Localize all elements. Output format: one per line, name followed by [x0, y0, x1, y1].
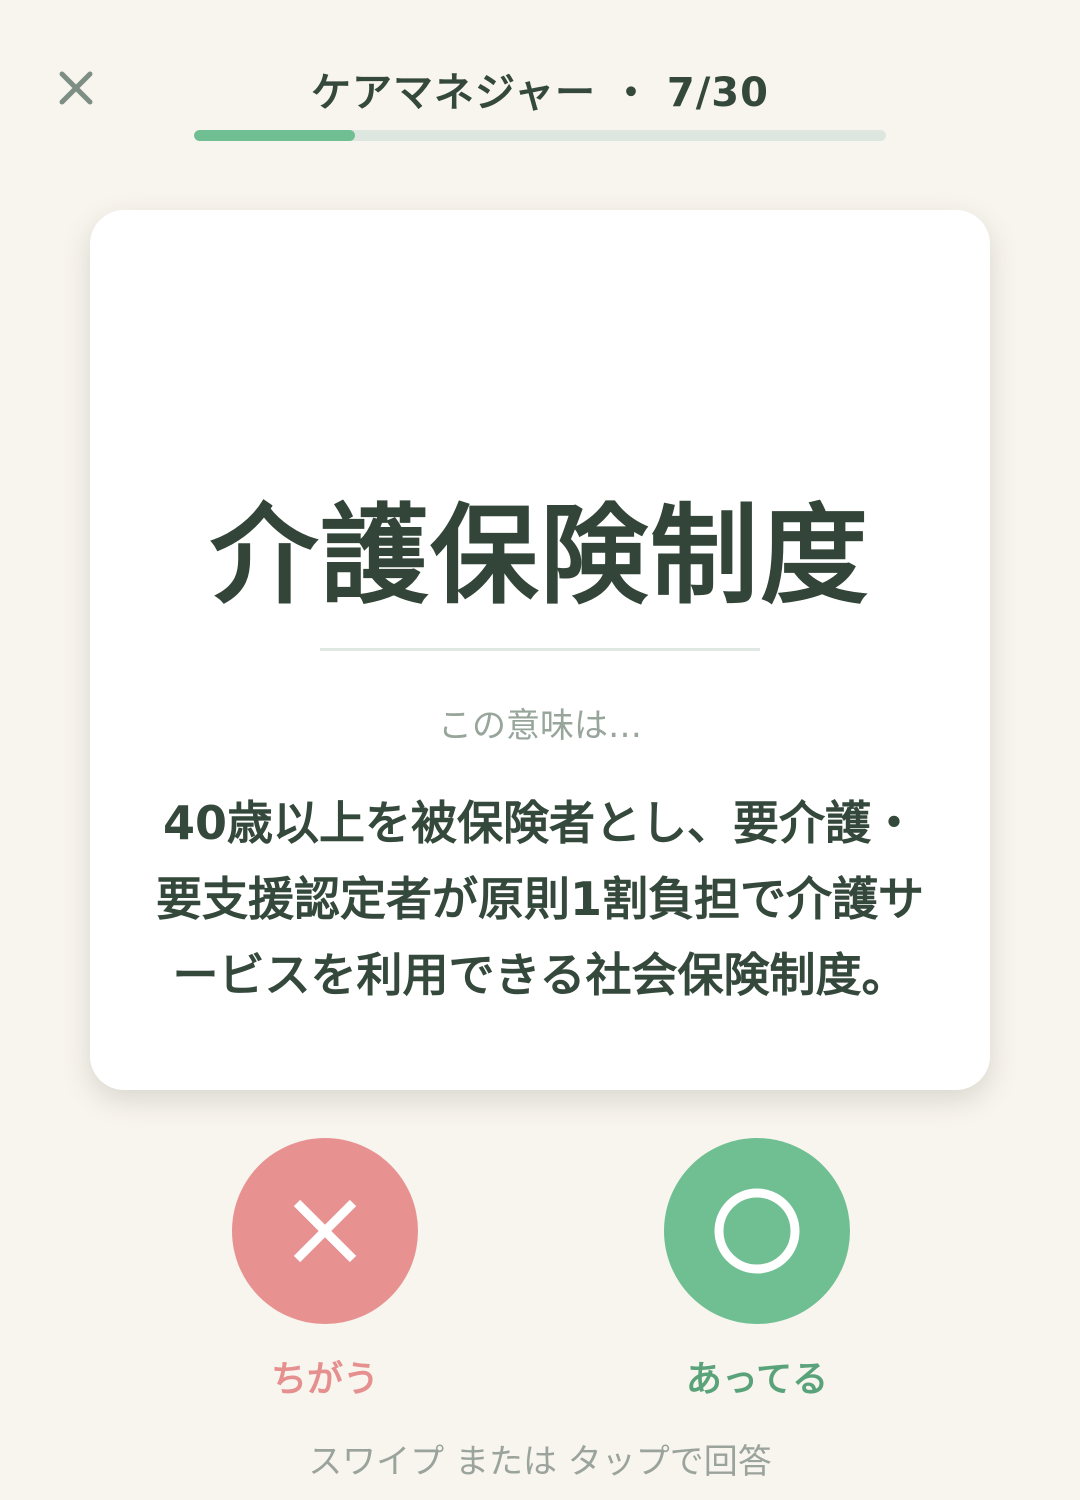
card-definition: 40歳以上を被保険者とし、要介護・要支援認定者が原則1割負担で介護サービスを利用…: [155, 796, 924, 1002]
card-term: 介護保険制度: [209, 494, 870, 619]
progress-bar: [194, 130, 886, 141]
wrong-label[interactable]: ちがう: [195, 1350, 455, 1402]
right-button[interactable]: [664, 1138, 850, 1324]
flashcard[interactable]: 介護保険制度 この意味は… 40歳以上を被保険者とし、要介護・要支援認定者が原則…: [90, 210, 990, 1090]
card-divider: [320, 648, 760, 651]
header-title: ケアマネジャー ・ 7/30: [311, 70, 769, 116]
progress-fill: [194, 130, 356, 141]
wrong-button[interactable]: [232, 1138, 418, 1324]
card-subtitle: この意味は…: [438, 706, 642, 746]
cross-icon: [293, 1199, 357, 1263]
flashcard-screen: ケアマネジャー ・ 7/30 介護保険制度 この意味は… 40歳以上を被保険者と…: [0, 0, 1080, 1500]
circle-icon: [714, 1188, 800, 1274]
right-label[interactable]: あってる: [627, 1350, 887, 1402]
hint-text: スワイプ または タップで回答: [308, 1442, 772, 1482]
